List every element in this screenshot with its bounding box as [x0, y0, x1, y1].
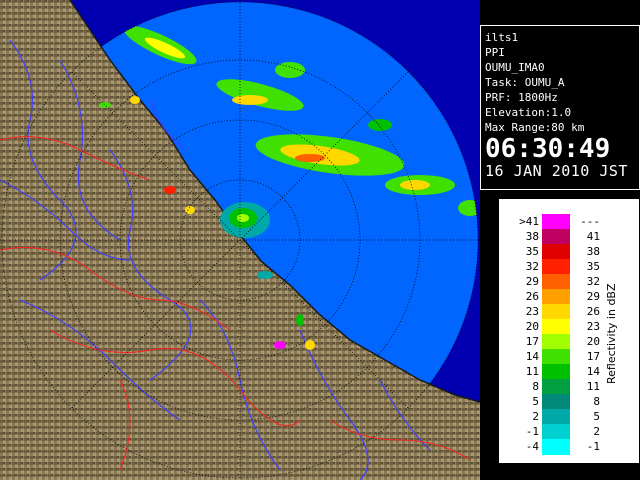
radar-info-panel: ilts1 PPI OUMU_IMA0 Task: OUMU_A PRF: 18… [480, 25, 640, 190]
legend-row: -1 2 [513, 424, 629, 440]
legend-upper-bound: 5 [593, 410, 600, 423]
legend-lower-bound: 8 [532, 380, 539, 393]
legend-unit-label: Reflectivity in dBZ [605, 283, 618, 385]
legend-upper-bound: -1 [586, 440, 600, 453]
legend-upper-bound: 35 [586, 260, 600, 273]
legend-lower-bound: 14 [525, 350, 539, 363]
legend-lower-bound: 5 [532, 395, 539, 408]
legend-color-swatch [542, 334, 570, 350]
legend-lower-bound: 38 [525, 230, 539, 243]
scan-time: 06:30:49 [485, 134, 611, 164]
legend-color-swatch [542, 394, 570, 410]
legend-color-swatch [542, 244, 570, 260]
legend-lower-bound: 20 [525, 320, 539, 333]
legend-lower-bound: 35 [525, 245, 539, 258]
legend-color-swatch [542, 409, 570, 425]
legend-lower-bound: 17 [525, 335, 539, 348]
legend-upper-bound: 23 [586, 320, 600, 333]
legend-row: 25 [513, 409, 629, 425]
site-name: ilts1 [485, 31, 519, 44]
legend-upper-bound: 26 [586, 305, 600, 318]
legend-upper-bound: 17 [586, 350, 600, 363]
legend-upper-bound: 8 [593, 395, 600, 408]
legend-color-swatch [542, 424, 570, 440]
legend-color-swatch [542, 289, 570, 305]
legend-color-swatch [542, 259, 570, 275]
legend-upper-bound: 2 [593, 425, 600, 438]
legend-row: 38 41 [513, 229, 629, 245]
legend-upper-bound: 11 [586, 380, 600, 393]
legend-lower-bound: -1 [525, 425, 539, 438]
radar-ppi-map[interactable] [0, 0, 480, 480]
elevation-value: Elevation:1.0 [485, 106, 572, 119]
prf-value: PRF: 1800Hz [485, 91, 558, 104]
legend-color-swatch [542, 439, 570, 455]
reflectivity-legend: >41 --- 38 41 35 38 32 35 29 32 26 29 23 26 20 23 17 20 14… [498, 198, 640, 464]
product-type: PPI [485, 46, 505, 59]
scan-date: 16 JAN 2010 JST [485, 162, 628, 180]
legend-lower-bound: 29 [525, 275, 539, 288]
legend-color-swatch [542, 319, 570, 335]
legend-lower-bound: -4 [525, 440, 539, 453]
legend-lower-bound: 11 [525, 365, 539, 378]
legend-row: -4 -1 [513, 439, 629, 455]
legend-color-swatch [542, 229, 570, 245]
legend-color-swatch [542, 364, 570, 380]
legend-row: 35 38 [513, 244, 629, 260]
legend-color-swatch [542, 214, 570, 230]
legend-upper-bound: --- [580, 215, 600, 228]
task-name: Task: OUMU_A [485, 76, 565, 89]
legend-lower-bound: 32 [525, 260, 539, 273]
legend-row: >41 --- [513, 214, 629, 230]
legend-upper-bound: 41 [586, 230, 600, 243]
legend-upper-bound: 38 [586, 245, 600, 258]
legend-lower-bound: 26 [525, 290, 539, 303]
legend-upper-bound: 29 [586, 290, 600, 303]
legend-color-swatch [542, 379, 570, 395]
legend-lower-bound: >41 [519, 215, 539, 228]
legend-upper-bound: 20 [586, 335, 600, 348]
legend-color-swatch [542, 274, 570, 290]
max-range-value: Max Range:80 km [485, 121, 585, 134]
legend-lower-bound: 2 [532, 410, 539, 423]
legend-upper-bound: 32 [586, 275, 600, 288]
legend-color-swatch [542, 349, 570, 365]
legend-upper-bound: 14 [586, 365, 600, 378]
radar-map-canvas [0, 0, 480, 480]
legend-color-swatch [542, 304, 570, 320]
volume-name: OUMU_IMA0 [485, 61, 545, 74]
legend-lower-bound: 23 [525, 305, 539, 318]
